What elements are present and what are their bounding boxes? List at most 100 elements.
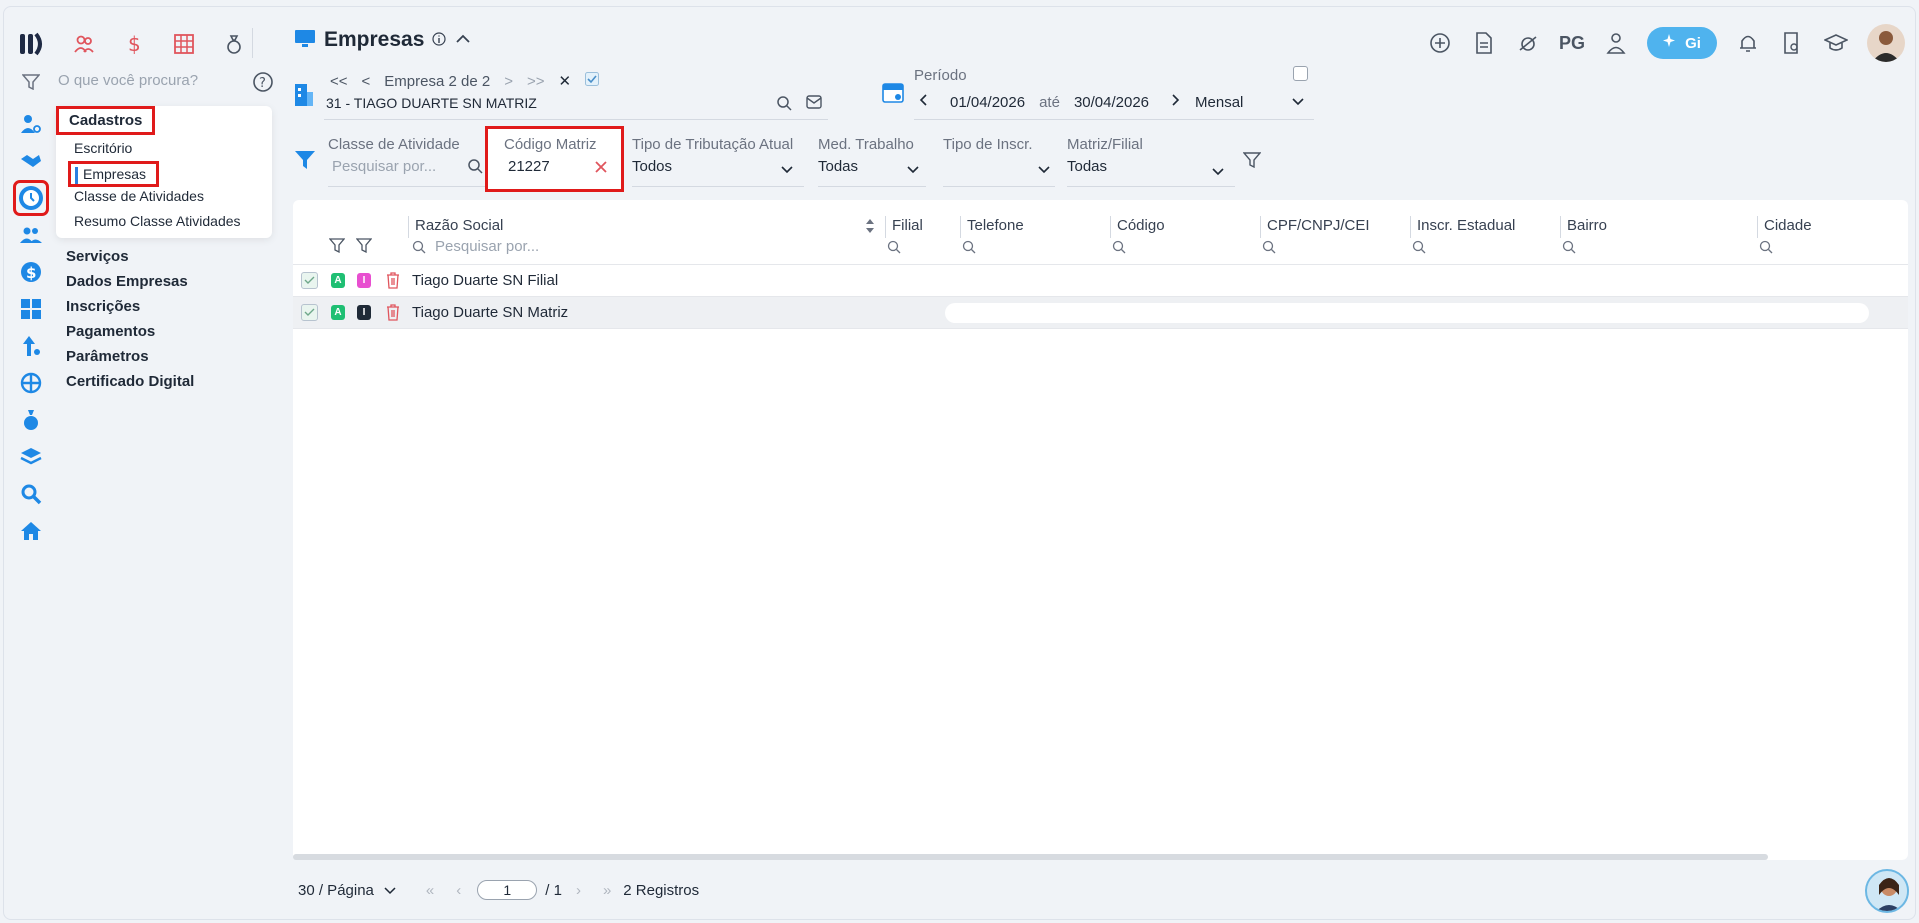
col-inscr-estadual[interactable]: Inscr. Estadual (1410, 216, 1560, 238)
chevron-down-icon[interactable] (906, 162, 920, 178)
row-checkbox[interactable] (301, 272, 318, 289)
filter-icon[interactable] (328, 238, 346, 256)
menu-section-servicos[interactable]: Serviços (66, 244, 194, 269)
page-number-input[interactable]: 1 (477, 880, 538, 900)
filter-outline-icon[interactable] (1242, 152, 1262, 171)
chevron-up-icon[interactable] (454, 32, 472, 48)
filter-codigo-matriz-input[interactable]: 21227 (508, 158, 550, 175)
chevron-down-icon[interactable] (1037, 162, 1051, 178)
menu-section-certificado[interactable]: Certificado Digital (66, 369, 194, 394)
search-icon[interactable] (962, 240, 976, 257)
col-telefone[interactable]: Telefone (960, 216, 1110, 238)
calculator-icon[interactable] (18, 296, 44, 322)
home-icon[interactable] (18, 518, 44, 544)
filter-med-trabalho-select[interactable]: Todas (818, 158, 858, 175)
filter-funnel-icon[interactable] (294, 150, 316, 173)
document-icon[interactable] (1471, 30, 1497, 56)
last-page-button[interactable]: » (603, 882, 611, 899)
clear-company-button[interactable]: ✕ (559, 72, 572, 90)
search-icon[interactable] (1759, 240, 1773, 257)
search-icon[interactable] (887, 240, 901, 257)
add-circle-icon[interactable] (1427, 30, 1453, 56)
mail-icon[interactable] (806, 95, 822, 114)
chevron-down-icon[interactable] (780, 162, 794, 178)
layers-icon[interactable] (18, 444, 44, 470)
filter-icon[interactable] (21, 74, 41, 93)
search-icon[interactable] (412, 240, 426, 257)
chevron-down-icon[interactable] (1291, 94, 1305, 111)
period-end[interactable]: 30/04/2026 (1074, 94, 1149, 111)
col-cidade[interactable]: Cidade (1757, 216, 1897, 238)
search-icon[interactable] (1562, 240, 1576, 257)
info-icon[interactable] (432, 31, 447, 49)
chevron-down-icon[interactable] (1211, 164, 1225, 180)
col-codigo[interactable]: Código (1110, 216, 1260, 238)
horizontal-scrollbar[interactable] (293, 854, 1768, 860)
prev-period-button[interactable] (918, 93, 928, 111)
user-tie-icon[interactable] (1603, 30, 1629, 56)
team-icon[interactable] (18, 222, 44, 248)
search-icon[interactable] (467, 158, 483, 177)
money-bag-icon[interactable] (222, 32, 246, 56)
col-razao-social[interactable]: Razão Social (408, 216, 888, 238)
search-icon[interactable] (1412, 240, 1426, 257)
menu-title-cadastros[interactable]: Cadastros (56, 106, 156, 135)
check-small-icon[interactable] (585, 72, 600, 90)
table-row[interactable]: A I Tiago Duarte SN Filial (293, 264, 1908, 296)
last-company-button[interactable]: >> (527, 73, 545, 90)
user-settings-icon[interactable] (18, 111, 44, 137)
filter-classe-input[interactable]: Pesquisar por... (332, 158, 436, 175)
search-company-icon[interactable] (776, 95, 792, 114)
prev-company-button[interactable]: < (362, 73, 371, 90)
gi-assistant-button[interactable]: Gi (1647, 27, 1717, 59)
next-period-button[interactable] (1171, 93, 1181, 111)
calendar-icon[interactable] (882, 81, 904, 106)
money-bag-rail-icon[interactable] (18, 407, 44, 433)
trash-icon[interactable] (386, 272, 400, 292)
menu-item-resumo-classe[interactable]: Resumo Classe Atividades (74, 213, 241, 229)
handshake-icon[interactable] (18, 148, 44, 174)
period-granularity[interactable]: Mensal (1195, 94, 1243, 111)
razao-search-input[interactable]: Pesquisar por... (435, 238, 539, 255)
report-icon[interactable] (1779, 30, 1805, 56)
menu-item-classe-atividades[interactable]: Classe de Atividades (74, 188, 204, 204)
trash-icon[interactable] (386, 304, 400, 324)
people-icon[interactable] (72, 32, 96, 56)
bell-icon[interactable] (1735, 30, 1761, 56)
col-filial[interactable]: Filial (885, 216, 955, 238)
menu-section-dados-empresas[interactable]: Dados Empresas (66, 269, 194, 294)
menu-section-inscricoes[interactable]: Inscrições (66, 294, 194, 319)
clock-icon[interactable] (13, 180, 49, 216)
user-avatar[interactable] (1867, 24, 1905, 62)
search-icon[interactable] (1112, 240, 1126, 257)
assistant-avatar[interactable] (1865, 869, 1909, 913)
global-search-input[interactable]: O que você procura? (58, 72, 198, 89)
coin-icon[interactable]: $ (18, 259, 44, 285)
magnifier-icon[interactable] (18, 481, 44, 507)
first-company-button[interactable]: << (330, 73, 348, 90)
row-checkbox[interactable] (301, 304, 318, 321)
pg-button[interactable]: PG (1559, 30, 1585, 56)
period-start[interactable]: 01/04/2026 (950, 94, 1025, 111)
filter-alt-icon[interactable] (355, 238, 373, 256)
help-icon[interactable]: ? (252, 71, 274, 96)
search-icon[interactable] (1262, 240, 1276, 257)
first-page-button[interactable]: « (426, 882, 434, 899)
satellite-icon[interactable] (1515, 30, 1541, 56)
menu-item-escritorio[interactable]: Escritório (74, 140, 132, 156)
menu-item-empresas[interactable]: Empresas (68, 161, 160, 187)
col-cpf-cnpj[interactable]: CPF/CNPJ/CEI (1260, 216, 1410, 238)
filter-tributacao-select[interactable]: Todos (632, 158, 672, 175)
next-company-button[interactable]: > (504, 73, 513, 90)
page-size-select[interactable]: 30 / Página (298, 882, 374, 899)
prev-page-button[interactable]: ‹ (456, 882, 461, 899)
next-page-button[interactable]: › (576, 882, 581, 899)
filter-matriz-filial-select[interactable]: Todas (1067, 158, 1107, 175)
table-row[interactable]: A I Tiago Duarte SN Matriz (293, 296, 1908, 328)
selected-company[interactable]: 31 - TIAGO DUARTE SN MATRIZ (326, 95, 537, 111)
menu-section-pagamentos[interactable]: Pagamentos (66, 319, 194, 344)
upload-icon[interactable] (18, 333, 44, 359)
chevron-down-icon[interactable] (384, 882, 396, 899)
app-logo[interactable] (18, 30, 46, 58)
col-bairro[interactable]: Bairro (1560, 216, 1757, 238)
